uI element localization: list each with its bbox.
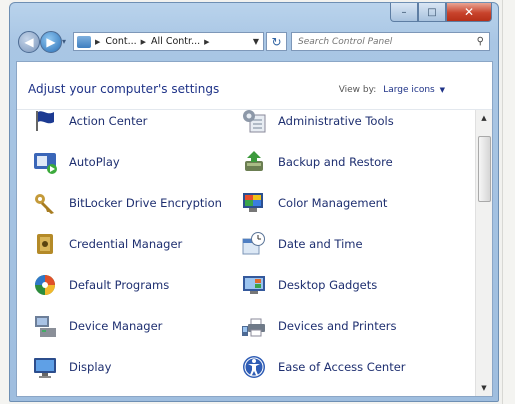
forward-button[interactable]: ▶: [40, 31, 62, 53]
admin-tools-icon: [241, 108, 267, 134]
search-icon[interactable]: ⚲: [477, 36, 484, 47]
item-label: Default Programs: [69, 278, 170, 292]
item-label: Backup and Restore: [278, 155, 393, 169]
minimize-button[interactable]: –: [390, 3, 418, 22]
clock-icon: [241, 231, 267, 257]
search-box[interactable]: ⚲: [291, 32, 490, 51]
refresh-button[interactable]: ↻: [266, 32, 287, 51]
content-header: Adjust your computer's settings View by:…: [17, 62, 492, 110]
item-label: Ease of Access Center: [278, 360, 406, 374]
flag-icon: [32, 108, 58, 134]
maximize-button[interactable]: □: [418, 3, 446, 22]
forward-arrow-icon: ▶: [46, 35, 56, 49]
autoplay-icon: [32, 149, 58, 175]
item-administrative-tools[interactable]: Administrative Tools: [241, 106, 394, 136]
close-button[interactable]: ✕: [446, 3, 492, 22]
page-edge-right: [502, 0, 515, 404]
item-default-programs[interactable]: Default Programs: [32, 270, 169, 300]
item-label: Credential Manager: [69, 237, 183, 251]
breadcrumb-separator-icon: ▶: [95, 37, 101, 46]
control-panel-items: Action Center AutoPlay BitLocker Drive E…: [17, 110, 475, 396]
item-device-manager[interactable]: Device Manager: [32, 311, 162, 341]
item-label: AutoPlay: [69, 155, 120, 169]
page-edge-left: [0, 0, 9, 404]
item-label: Display: [69, 360, 112, 374]
item-credential-manager[interactable]: Credential Manager: [32, 229, 182, 259]
default-programs-icon: [32, 272, 58, 298]
view-by-dropdown[interactable]: Large icons: [383, 85, 435, 95]
chevron-down-icon[interactable]: ▼: [440, 86, 445, 94]
view-by: View by: Large icons ▼: [339, 85, 445, 95]
item-label: Desktop Gadgets: [278, 278, 378, 292]
item-devices-and-printers[interactable]: Devices and Printers: [241, 311, 397, 341]
item-label: Date and Time: [278, 237, 363, 251]
key-icon: [32, 190, 58, 216]
view-by-label: View by:: [338, 85, 377, 95]
display-icon: [32, 354, 58, 380]
item-ease-of-access-center[interactable]: Ease of Access Center: [241, 352, 406, 382]
control-panel-icon: [77, 35, 91, 48]
item-label: BitLocker Drive Encryption: [69, 196, 222, 210]
item-label: Action Center: [69, 114, 148, 128]
item-autoplay[interactable]: AutoPlay: [32, 147, 120, 177]
breadcrumb-control-panel[interactable]: Cont...: [105, 36, 136, 47]
item-label: Administrative Tools: [278, 114, 394, 128]
color-management-icon: [241, 190, 267, 216]
item-label: Devices and Printers: [278, 319, 397, 333]
scroll-thumb[interactable]: [478, 136, 491, 202]
refresh-icon: ↻: [271, 34, 282, 49]
item-action-center[interactable]: Action Center: [32, 106, 147, 136]
scroll-down-button[interactable]: ▼: [476, 380, 492, 396]
gadgets-icon: [241, 272, 267, 298]
item-display[interactable]: Display: [32, 352, 111, 382]
item-bitlocker[interactable]: BitLocker Drive Encryption: [32, 188, 222, 218]
control-panel-window: – □ ✕ ◀ ▶ ▾ ▶ Cont... ▶ All Contr... ▶ ▼…: [9, 2, 499, 402]
breadcrumb-separator-icon: ▶: [140, 37, 147, 46]
item-date-and-time[interactable]: Date and Time: [241, 229, 363, 259]
item-color-management[interactable]: Color Management: [241, 188, 387, 218]
navigation-bar: ◀ ▶ ▾ ▶ Cont... ▶ All Contr... ▶ ▼ ↻ ⚲: [16, 29, 492, 55]
item-label: Device Manager: [69, 319, 163, 333]
breadcrumb-all-control-panel-items[interactable]: All Contr...: [151, 36, 200, 47]
item-backup-and-restore[interactable]: Backup and Restore: [241, 147, 393, 177]
caption-buttons: – □ ✕: [390, 3, 492, 23]
back-button[interactable]: ◀: [18, 31, 40, 53]
vertical-scrollbar[interactable]: ▲ ▼: [475, 110, 492, 396]
ease-of-access-icon: [241, 354, 267, 380]
search-input[interactable]: [292, 33, 470, 50]
backup-icon: [241, 149, 267, 175]
page-title: Adjust your computer's settings: [28, 82, 220, 96]
item-desktop-gadgets[interactable]: Desktop Gadgets: [241, 270, 377, 300]
item-label: Color Management: [278, 196, 388, 210]
vault-icon: [32, 231, 58, 257]
printer-icon: [241, 313, 267, 339]
scroll-up-button[interactable]: ▲: [476, 110, 492, 126]
device-manager-icon: [32, 313, 58, 339]
recent-pages-dropdown[interactable]: ▾: [62, 37, 70, 47]
breadcrumb-separator-icon: ▶: [204, 37, 210, 46]
address-bar[interactable]: ▶ Cont... ▶ All Contr... ▶ ▼: [73, 32, 264, 51]
content-pane: Adjust your computer's settings View by:…: [16, 61, 493, 397]
address-dropdown-icon[interactable]: ▼: [253, 37, 259, 46]
back-arrow-icon: ◀: [24, 35, 34, 49]
